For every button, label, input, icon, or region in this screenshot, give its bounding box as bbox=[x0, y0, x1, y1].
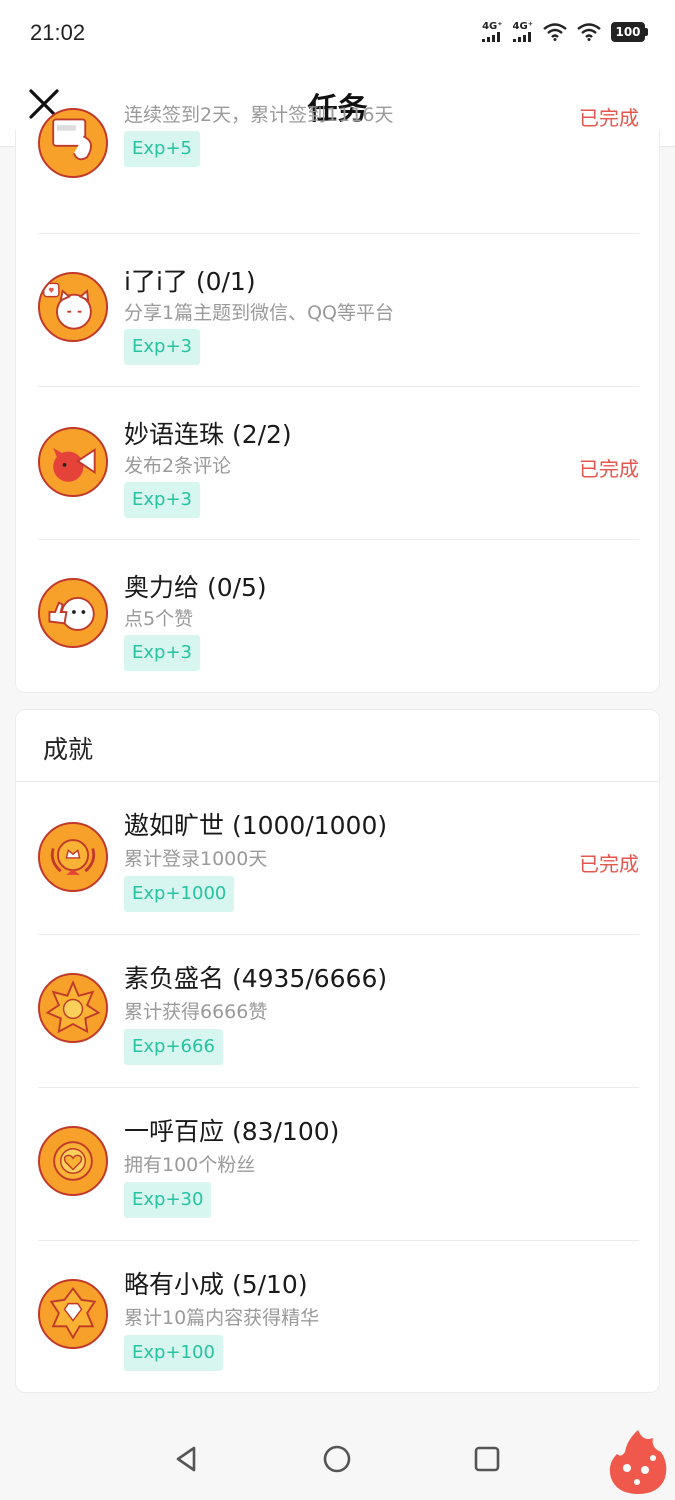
task-description: 发布2条评论 bbox=[124, 455, 232, 477]
signal-icon: 4G⁺ bbox=[512, 21, 533, 42]
status-icons: 4G⁺ 4G⁺ 100 bbox=[482, 21, 648, 42]
achievement-title: 遨如旷世 (1000/1000) bbox=[124, 811, 388, 840]
task-row[interactable]: 连续签到2天，累计签到1116天 Exp+5 已完成 bbox=[38, 86, 639, 239]
cat-thumbs-up-icon bbox=[38, 578, 108, 648]
battery-icon: 100 bbox=[611, 22, 648, 42]
task-title: 妙语连珠 (2/2) bbox=[124, 420, 292, 449]
task-title: 奥力给 (0/5) bbox=[124, 573, 267, 602]
star-medal-icon bbox=[38, 973, 108, 1043]
exp-badge: Exp+1000 bbox=[124, 876, 235, 912]
task-row[interactable]: 妙语连珠 (2/2) 发布2条评论 Exp+3 已完成 bbox=[38, 387, 639, 540]
flame-mascot-icon[interactable] bbox=[607, 1428, 669, 1496]
wifi-icon bbox=[577, 23, 601, 41]
task-title: i了i了 (0/1) bbox=[124, 267, 256, 296]
exp-badge: Exp+666 bbox=[124, 1029, 223, 1065]
achievement-title: 素负盛名 (4935/6666) bbox=[124, 964, 388, 993]
task-description: 点5个赞 bbox=[124, 608, 194, 630]
wifi-plus-icon bbox=[543, 23, 567, 41]
calendar-sign-icon bbox=[38, 108, 108, 178]
achievement-row[interactable]: 素负盛名 (4935/6666) 累计获得6666赞 Exp+666 bbox=[38, 935, 639, 1088]
signal-icon: 4G⁺ bbox=[482, 21, 503, 42]
exp-badge: Exp+100 bbox=[124, 1335, 223, 1371]
recents-icon[interactable] bbox=[472, 1444, 502, 1474]
achievement-description: 累计10篇内容获得精华 bbox=[124, 1307, 320, 1329]
achievement-description: 拥有100个粉丝 bbox=[124, 1154, 256, 1176]
diamond-medal-icon bbox=[38, 1279, 108, 1349]
status-bar: 21:02 4G⁺ 4G⁺ 100 bbox=[0, 0, 675, 70]
completed-label: 已完成 bbox=[579, 106, 639, 130]
exp-badge: Exp+30 bbox=[124, 1182, 212, 1218]
laurel-medal-icon bbox=[38, 822, 108, 892]
task-description: 分享1篇主题到微信、QQ等平台 bbox=[124, 302, 394, 324]
achievement-row[interactable]: 略有小成 (5/10) 累计10篇内容获得精华 Exp+100 bbox=[38, 1241, 639, 1394]
cat-share-icon bbox=[38, 272, 108, 342]
exp-badge: Exp+3 bbox=[124, 329, 200, 365]
section-title: 成就 bbox=[43, 735, 94, 764]
home-icon[interactable] bbox=[322, 1444, 352, 1474]
status-time: 21:02 bbox=[30, 20, 86, 45]
task-list-card: 连续签到2天，累计签到1116天 Exp+5 已完成 i了i了 (0/1) 分享… bbox=[15, 104, 660, 693]
network-label: 4G⁺ bbox=[512, 21, 533, 32]
battery-level: 100 bbox=[615, 25, 641, 39]
achievement-title: 略有小成 (5/10) bbox=[124, 1270, 308, 1299]
achievements-card: 成就 遨如旷世 (1000/1000) 累计登录1000天 Exp+1000 已… bbox=[15, 709, 660, 1393]
achievement-description: 累计登录1000天 bbox=[124, 848, 268, 870]
achievement-description: 累计获得6666赞 bbox=[124, 1001, 268, 1023]
achievement-row[interactable]: 遨如旷世 (1000/1000) 累计登录1000天 Exp+1000 已完成 bbox=[38, 782, 639, 935]
exp-badge: Exp+3 bbox=[124, 482, 200, 518]
task-description: 连续签到2天，累计签到1116天 bbox=[124, 104, 394, 126]
exp-badge: Exp+5 bbox=[124, 131, 200, 167]
back-icon[interactable] bbox=[172, 1444, 202, 1474]
completed-label: 已完成 bbox=[579, 852, 639, 876]
achievement-row[interactable]: 一呼百应 (83/100) 拥有100个粉丝 Exp+30 bbox=[38, 1088, 639, 1241]
completed-label: 已完成 bbox=[579, 457, 639, 481]
exp-badge: Exp+3 bbox=[124, 635, 200, 671]
megaphone-icon bbox=[38, 427, 108, 497]
system-nav-bar bbox=[0, 1410, 675, 1500]
task-row[interactable]: 奥力给 (0/5) 点5个赞 Exp+3 bbox=[38, 540, 639, 693]
heart-medal-icon bbox=[38, 1126, 108, 1196]
network-label: 4G⁺ bbox=[482, 21, 503, 32]
task-row[interactable]: i了i了 (0/1) 分享1篇主题到微信、QQ等平台 Exp+3 bbox=[38, 234, 639, 387]
achievement-title: 一呼百应 (83/100) bbox=[124, 1117, 340, 1146]
